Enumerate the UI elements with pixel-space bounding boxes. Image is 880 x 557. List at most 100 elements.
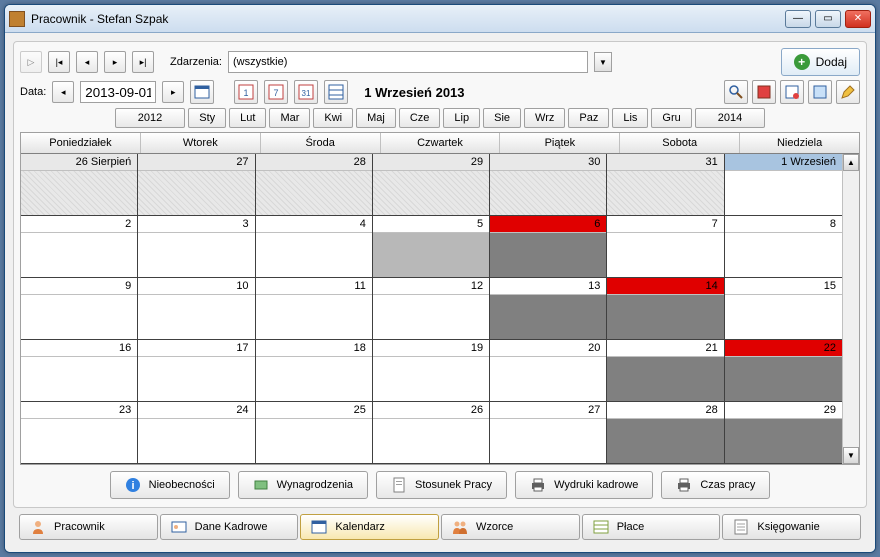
calendar-cell[interactable]: 8 xyxy=(725,216,842,278)
tool-c-icon[interactable] xyxy=(808,80,832,104)
tab-kalendarz[interactable]: Kalendarz xyxy=(300,514,439,540)
calendar-cell[interactable]: 2 xyxy=(21,216,138,278)
month-button-mar[interactable]: Mar xyxy=(269,108,310,128)
calendar-cell[interactable]: 19 xyxy=(373,340,490,402)
action-button-nieobecności[interactable]: iNieobecności xyxy=(110,471,230,499)
cell-body xyxy=(725,295,842,339)
tab-pracownik[interactable]: Pracownik xyxy=(19,514,158,540)
tab-księgowanie[interactable]: Księgowanie xyxy=(722,514,861,540)
tab-dane-kadrowe[interactable]: Dane Kadrowe xyxy=(160,514,299,540)
maximize-button[interactable]: ▭ xyxy=(815,10,841,28)
month-button-kwi[interactable]: Kwi xyxy=(313,108,353,128)
calendar-cell[interactable]: 12 xyxy=(373,278,490,340)
calendar-cell[interactable]: 27 xyxy=(138,154,255,216)
view-1-icon[interactable]: 1 xyxy=(234,80,258,104)
calendar-cell[interactable]: 23 xyxy=(21,402,138,464)
month-button-lis[interactable]: Lis xyxy=(612,108,648,128)
calendar-cell[interactable]: 13 xyxy=(490,278,607,340)
view-31-icon[interactable]: 31 xyxy=(294,80,318,104)
calendar-cell[interactable]: 25 xyxy=(256,402,373,464)
tab-wzorce[interactable]: Wzorce xyxy=(441,514,580,540)
month-button-sty[interactable]: Sty xyxy=(188,108,226,128)
pencil-icon[interactable] xyxy=(836,80,860,104)
tab-płace[interactable]: Płace xyxy=(582,514,721,540)
calendar-cell[interactable]: 10 xyxy=(138,278,255,340)
tab-label: Kalendarz xyxy=(335,521,385,533)
scrollbar[interactable]: ▲ ▼ xyxy=(842,154,859,464)
calendar-cell[interactable]: 27 xyxy=(490,402,607,464)
cell-date: 29 xyxy=(725,402,842,419)
weekday-header: Poniedziałek xyxy=(21,133,141,153)
action-button-czas-pracy[interactable]: Czas pracy xyxy=(661,471,770,499)
view-grid-icon[interactable] xyxy=(324,80,348,104)
cell-date: 7 xyxy=(607,216,723,233)
cell-date: 31 xyxy=(607,154,723,171)
view-7-icon[interactable]: 7 xyxy=(264,80,288,104)
calendar-cell[interactable]: 20 xyxy=(490,340,607,402)
month-button-lip[interactable]: Lip xyxy=(443,108,480,128)
calendar-cell[interactable]: 22 xyxy=(725,340,842,402)
weekday-header: Środa xyxy=(261,133,381,153)
calendar-cell[interactable]: 15 xyxy=(725,278,842,340)
calendar-cell[interactable]: 1 Wrzesień xyxy=(725,154,842,216)
month-button-wrz[interactable]: Wrz xyxy=(524,108,565,128)
calendar-cell[interactable]: 24 xyxy=(138,402,255,464)
close-button[interactable]: ✕ xyxy=(845,10,871,28)
month-button-maj[interactable]: Maj xyxy=(356,108,396,128)
next-year-button[interactable]: 2014 xyxy=(695,108,765,128)
calendar-cell[interactable]: 28 xyxy=(607,402,724,464)
month-title: 1 Wrzesień 2013 xyxy=(364,85,464,100)
cell-date: 13 xyxy=(490,278,606,295)
calendar-cell[interactable]: 7 xyxy=(607,216,724,278)
calendar-cell[interactable]: 6 xyxy=(490,216,607,278)
calendar-cell[interactable]: 16 xyxy=(21,340,138,402)
calendar-cell[interactable]: 29 xyxy=(373,154,490,216)
calendar-cell[interactable]: 14 xyxy=(607,278,724,340)
calendar-cell[interactable]: 28 xyxy=(256,154,373,216)
nav-play-button[interactable]: ▷ xyxy=(20,51,42,73)
calendar-cell[interactable]: 30 xyxy=(490,154,607,216)
events-combo-drop[interactable]: ▼ xyxy=(594,52,612,72)
search-icon[interactable] xyxy=(724,80,748,104)
month-button-paz[interactable]: Paz xyxy=(568,108,609,128)
nav-last-button[interactable]: ▸| xyxy=(132,51,154,73)
calendar-cell[interactable]: 9 xyxy=(21,278,138,340)
calendar-cell[interactable]: 26 Sierpień xyxy=(21,154,138,216)
minimize-button[interactable]: — xyxy=(785,10,811,28)
calendar-cell[interactable]: 11 xyxy=(256,278,373,340)
add-button[interactable]: + Dodaj xyxy=(781,48,860,76)
cell-body xyxy=(373,171,489,215)
calendar-picker-icon[interactable] xyxy=(190,80,214,104)
calendar-cell[interactable]: 31 xyxy=(607,154,724,216)
month-button-lut[interactable]: Lut xyxy=(229,108,266,128)
calendar-cell[interactable]: 26 xyxy=(373,402,490,464)
scroll-up-icon[interactable]: ▲ xyxy=(843,154,859,171)
calendar-cell[interactable]: 18 xyxy=(256,340,373,402)
nav-first-button[interactable]: |◂ xyxy=(48,51,70,73)
date-input[interactable] xyxy=(80,81,156,103)
calendar-cell[interactable]: 4 xyxy=(256,216,373,278)
date-prev-button[interactable]: ◂ xyxy=(52,81,74,103)
tool-a-icon[interactable] xyxy=(752,80,776,104)
calendar-cell[interactable]: 29 xyxy=(725,402,842,464)
action-button-stosunek-pracy[interactable]: Stosunek Pracy xyxy=(376,471,507,499)
calendar-cell[interactable]: 21 xyxy=(607,340,724,402)
calendar-cell[interactable]: 17 xyxy=(138,340,255,402)
month-button-gru[interactable]: Gru xyxy=(651,108,691,128)
events-combo[interactable]: (wszystkie) xyxy=(228,51,588,73)
nav-next-button[interactable]: ▸ xyxy=(104,51,126,73)
cell-body xyxy=(490,295,606,339)
date-next-button[interactable]: ▸ xyxy=(162,81,184,103)
action-button-wydruki-kadrowe[interactable]: Wydruki kadrowe xyxy=(515,471,653,499)
scroll-down-icon[interactable]: ▼ xyxy=(843,447,859,464)
month-button-sie[interactable]: Sie xyxy=(483,108,521,128)
calendar-cell[interactable]: 5 xyxy=(373,216,490,278)
calendar-cell[interactable]: 3 xyxy=(138,216,255,278)
tool-b-icon[interactable] xyxy=(780,80,804,104)
month-button-cze[interactable]: Cze xyxy=(399,108,441,128)
action-button-wynagrodzenia[interactable]: Wynagrodzenia xyxy=(238,471,368,499)
prev-year-button[interactable]: 2012 xyxy=(115,108,185,128)
nav-prev-button[interactable]: ◂ xyxy=(76,51,98,73)
weekday-header: Niedziela xyxy=(740,133,859,153)
cell-date: 24 xyxy=(138,402,254,419)
